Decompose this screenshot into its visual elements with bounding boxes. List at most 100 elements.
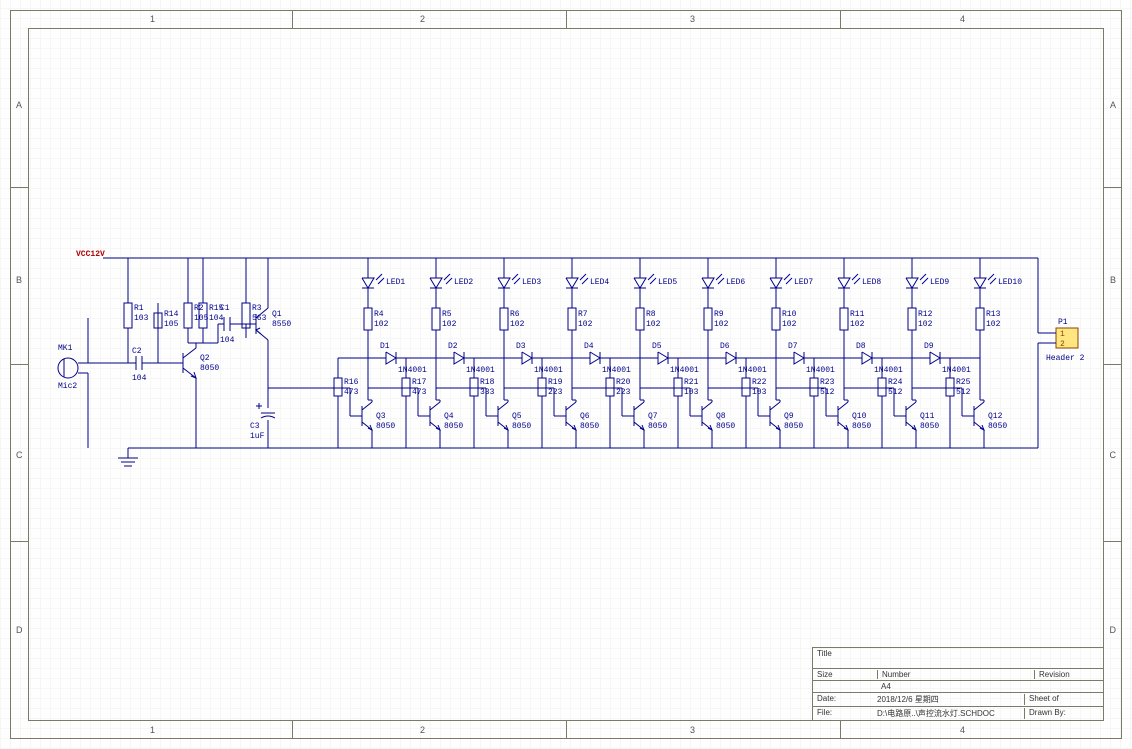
grid-col: 1	[150, 725, 155, 735]
svg-text:104: 104	[209, 314, 224, 323]
svg-text:D9: D9	[924, 342, 934, 351]
svg-text:Q7: Q7	[648, 412, 658, 421]
svg-text:102: 102	[918, 320, 933, 329]
svg-text:333: 333	[480, 388, 495, 397]
svg-text:102: 102	[442, 320, 457, 329]
grid-col: 2	[420, 725, 425, 735]
svg-text:1N4001: 1N4001	[602, 366, 631, 375]
svg-text:R22: R22	[752, 378, 767, 387]
grid-row: A	[16, 100, 22, 110]
svg-text:R3: R3	[252, 304, 262, 313]
svg-text:R16: R16	[344, 378, 359, 387]
svg-text:R12: R12	[918, 310, 933, 319]
svg-text:R17: R17	[412, 378, 427, 387]
svg-text:102: 102	[714, 320, 729, 329]
svg-text:1N4001: 1N4001	[942, 366, 971, 375]
svg-text:1N4001: 1N4001	[398, 366, 427, 375]
svg-text:1N4001: 1N4001	[534, 366, 563, 375]
sheet-label: Sheet of	[1024, 694, 1099, 705]
svg-text:LED4: LED4	[590, 278, 609, 287]
svg-text:R11: R11	[850, 310, 865, 319]
grid-col: 3	[690, 14, 695, 24]
svg-text:102: 102	[986, 320, 1001, 329]
svg-text:Q1: Q1	[272, 310, 282, 319]
grid-tick	[566, 10, 567, 28]
svg-text:R20: R20	[616, 378, 631, 387]
component-R15: R15 104	[199, 258, 224, 343]
drawn-label: Drawn By:	[1024, 708, 1099, 719]
grid-tick	[1104, 541, 1122, 542]
svg-text:R8: R8	[646, 310, 656, 319]
grid-row: D	[16, 625, 23, 635]
svg-text:223: 223	[548, 388, 563, 397]
svg-text:512: 512	[888, 388, 903, 397]
svg-text:103: 103	[752, 388, 767, 397]
svg-text:C3: C3	[250, 422, 260, 431]
grid-tick	[10, 364, 28, 365]
svg-text:104: 104	[132, 374, 147, 383]
svg-text:102: 102	[374, 320, 389, 329]
svg-text:473: 473	[344, 388, 359, 397]
svg-text:LED7: LED7	[794, 278, 813, 287]
grid-tick	[840, 721, 841, 739]
component-R2: R2 105	[184, 258, 209, 343]
svg-text:R24: R24	[888, 378, 903, 387]
svg-text:R10: R10	[782, 310, 797, 319]
svg-text:103: 103	[684, 388, 699, 397]
svg-text:Q6: Q6	[580, 412, 590, 421]
grid-col: 2	[420, 14, 425, 24]
svg-text:102: 102	[578, 320, 593, 329]
svg-text:1uF: 1uF	[250, 432, 265, 441]
svg-text:1: 1	[1060, 330, 1065, 339]
grid-col: 4	[960, 725, 965, 735]
svg-text:8050: 8050	[988, 422, 1007, 431]
size-value: A4	[877, 682, 891, 691]
svg-text:R1: R1	[134, 304, 144, 313]
component-C3: C3 1uF	[250, 340, 275, 448]
date-label: Date:	[817, 694, 877, 705]
svg-text:R14: R14	[164, 310, 179, 319]
svg-text:102: 102	[646, 320, 661, 329]
grid-row: A	[1110, 100, 1116, 110]
grid-row: B	[1110, 275, 1116, 285]
svg-text:Q11: Q11	[920, 412, 935, 421]
svg-text:Q5: Q5	[512, 412, 522, 421]
component-mic: MK1 Mic2	[58, 318, 88, 448]
title-block: Title Size Number Revision A4 Date: 2018…	[812, 647, 1104, 721]
grid-tick	[10, 187, 28, 188]
svg-text:R23: R23	[820, 378, 835, 387]
svg-text:Q8: Q8	[716, 412, 726, 421]
svg-text:103: 103	[134, 314, 149, 323]
svg-text:Q9: Q9	[784, 412, 794, 421]
grid-tick	[1104, 187, 1122, 188]
date-value: 2018/12/6 星期四	[877, 694, 1024, 705]
svg-text:R9: R9	[714, 310, 724, 319]
svg-text:8050: 8050	[580, 422, 599, 431]
svg-text:D2: D2	[448, 342, 458, 351]
svg-text:P1: P1	[1058, 318, 1068, 327]
grid-row: D	[1110, 625, 1117, 635]
grid-col: 4	[960, 14, 965, 24]
svg-text:LED2: LED2	[454, 278, 473, 287]
grid-tick	[292, 721, 293, 739]
grid-row: C	[1110, 450, 1117, 460]
svg-text:D1: D1	[380, 342, 390, 351]
svg-text:LED9: LED9	[930, 278, 949, 287]
svg-text:1N4001: 1N4001	[670, 366, 699, 375]
svg-text:D6: D6	[720, 342, 730, 351]
svg-text:Q10: Q10	[852, 412, 867, 421]
svg-text:C2: C2	[132, 347, 142, 356]
led-stages: LED1R4102D11N4001R16473Q38050LED2R5102D2…	[268, 258, 1022, 448]
svg-text:8050: 8050	[852, 422, 871, 431]
svg-text:R7: R7	[578, 310, 588, 319]
schematic-canvas: VCC12V MK1 Mic2 R1 103	[28, 28, 1104, 721]
svg-text:1N4001: 1N4001	[466, 366, 495, 375]
svg-text:C1: C1	[220, 304, 230, 313]
svg-text:R25: R25	[956, 378, 971, 387]
svg-text:8550: 8550	[272, 320, 291, 329]
revision-label: Revision	[1034, 670, 1099, 679]
component-P1: 1 2 P1 Header 2	[1038, 258, 1085, 448]
svg-text:R5: R5	[442, 310, 452, 319]
svg-text:D7: D7	[788, 342, 798, 351]
grid-col: 1	[150, 14, 155, 24]
